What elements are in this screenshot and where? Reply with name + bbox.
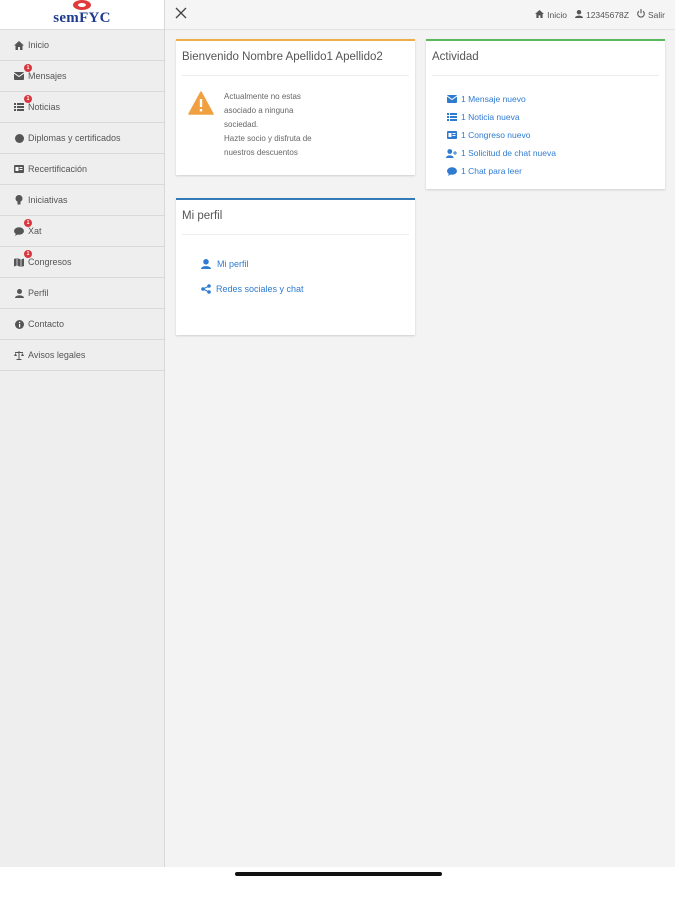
welcome-body: Actualmente no estas asociado a ninguna …	[176, 76, 415, 160]
envelope-icon	[14, 71, 24, 81]
activity-list: 1 Mensaje nuevo 1 Noticia nueva 1 Congre…	[426, 76, 665, 180]
list-icon	[14, 102, 24, 112]
profile-links: Mi perfil Redes sociales y chat	[176, 235, 415, 301]
lightbulb-icon	[14, 195, 24, 205]
sidebar-item-label: Mensajes	[28, 71, 67, 81]
sidebar-item-label: Inicio	[28, 40, 50, 50]
notification-badge: 1	[24, 95, 32, 103]
warning-icon	[188, 91, 214, 115]
message-line: Hazte socio y disfruta de	[224, 134, 312, 143]
info-icon	[14, 319, 24, 329]
membership-message: Actualmente no estas asociado a ninguna …	[224, 90, 339, 160]
sidebar-item-mensajes[interactable]: 1 Mensajes	[0, 61, 164, 92]
logout-link[interactable]: Salir	[637, 9, 665, 20]
top-bar-links: Inicio 12345678Z Salir	[535, 9, 665, 20]
message-line: Actualmente no estas	[224, 92, 301, 101]
sidebar-item-perfil[interactable]: Perfil	[0, 278, 164, 309]
profile-title: Mi perfil	[182, 210, 223, 222]
sidebar-item-label: Recertificación	[28, 164, 88, 174]
user-icon	[14, 288, 24, 298]
sidebar-item-label: Avisos legales	[28, 350, 86, 360]
id-card-icon	[446, 131, 457, 140]
welcome-title: Bienvenido Nombre Apellido1 Apellido2	[182, 51, 383, 63]
brand-logo[interactable]: semFYC	[0, 0, 164, 30]
sidebar-item-label: Perfil	[28, 288, 49, 298]
activity-item-label: 1 Mensaje nuevo	[461, 94, 526, 104]
certificate-icon	[14, 133, 24, 143]
user-plus-icon	[446, 148, 457, 158]
notification-badge: 1	[24, 219, 32, 227]
home-icon	[14, 40, 24, 50]
list-icon	[446, 113, 457, 122]
sidebar-item-diplomas[interactable]: Diplomas y certificados	[0, 123, 164, 154]
top-bar: Inicio 12345678Z Salir	[165, 0, 675, 30]
chat-bubble-icon	[14, 226, 24, 236]
sidebar-item-iniciativas[interactable]: Iniciativas	[0, 185, 164, 216]
activity-item-congress[interactable]: 1 Congreso nuevo	[446, 126, 665, 144]
activity-item-label: 1 Chat para leer	[461, 166, 522, 176]
message-line: nuestros descuentos	[224, 148, 298, 157]
activity-card: Actividad 1 Mensaje nuevo 1 Noticia nuev…	[426, 39, 665, 189]
sidebar-item-contacto[interactable]: Contacto	[0, 309, 164, 340]
activity-item-messages[interactable]: 1 Mensaje nuevo	[446, 90, 665, 108]
map-icon	[14, 257, 24, 267]
notification-badge: 1	[24, 250, 32, 258]
sidebar-item-noticias[interactable]: 1 Noticias	[0, 92, 164, 123]
profile-link-label: Mi perfil	[217, 258, 249, 269]
home-indicator[interactable]	[235, 872, 442, 876]
sidebar: semFYC Inicio 1 Mensajes 1 Noticias Dipl…	[0, 0, 165, 867]
id-card-icon	[14, 164, 24, 174]
activity-item-label: 1 Noticia nueva	[461, 112, 520, 122]
logout-label: Salir	[647, 9, 665, 20]
close-icon[interactable]	[175, 6, 187, 24]
sidebar-item-congresos[interactable]: 1 Congresos	[0, 247, 164, 278]
sidebar-item-recertificacion[interactable]: Recertificación	[0, 154, 164, 185]
sidebar-item-label: Xat	[28, 226, 42, 236]
message-line: asociado a ninguna	[224, 106, 294, 115]
home-link[interactable]: Inicio	[535, 9, 567, 20]
app-root: semFYC Inicio 1 Mensajes 1 Noticias Dipl…	[0, 0, 675, 867]
home-link-label: Inicio	[547, 9, 567, 20]
user-id-label: 12345678Z	[585, 9, 629, 20]
welcome-card: Bienvenido Nombre Apellido1 Apellido2 Ac…	[176, 39, 415, 175]
activity-item-label: 1 Solicitud de chat nueva	[461, 148, 556, 158]
sidebar-item-label: Diplomas y certificados	[28, 133, 121, 143]
activity-item-chat-request[interactable]: 1 Solicitud de chat nueva	[446, 144, 665, 162]
envelope-icon	[446, 95, 457, 104]
user-icon	[574, 9, 583, 20]
logo-mark-icon	[73, 0, 91, 10]
activity-title: Actividad	[432, 51, 479, 63]
logo-text: semFYC	[53, 10, 111, 26]
notification-badge: 1	[24, 64, 32, 72]
activity-item-news[interactable]: 1 Noticia nueva	[446, 108, 665, 126]
scale-icon	[14, 350, 24, 360]
user-account-link[interactable]: 12345678Z	[574, 9, 629, 20]
my-profile-link[interactable]: Mi perfil	[200, 251, 415, 276]
sidebar-item-label: Congresos	[28, 257, 72, 267]
activity-item-label: 1 Congreso nuevo	[461, 130, 531, 140]
user-icon	[200, 258, 211, 269]
chat-bubble-icon	[446, 166, 457, 176]
activity-item-chat-unread[interactable]: 1 Chat para leer	[446, 162, 665, 180]
social-chat-link[interactable]: Redes sociales y chat	[200, 276, 415, 301]
sidebar-item-avisos-legales[interactable]: Avisos legales	[0, 340, 164, 371]
sidebar-item-label: Noticias	[28, 102, 61, 112]
message-line: sociedad.	[224, 120, 259, 129]
sidebar-item-inicio[interactable]: Inicio	[0, 30, 164, 61]
power-icon	[637, 9, 645, 20]
profile-card: Mi perfil Mi perfil Redes sociales y cha…	[176, 198, 415, 335]
sidebar-item-label: Iniciativas	[28, 195, 68, 205]
home-icon	[535, 9, 545, 20]
sidebar-item-xat[interactable]: 1 Xat	[0, 216, 164, 247]
share-icon	[200, 283, 211, 294]
sidebar-item-label: Contacto	[28, 319, 65, 329]
profile-link-label: Redes sociales y chat	[216, 283, 304, 294]
